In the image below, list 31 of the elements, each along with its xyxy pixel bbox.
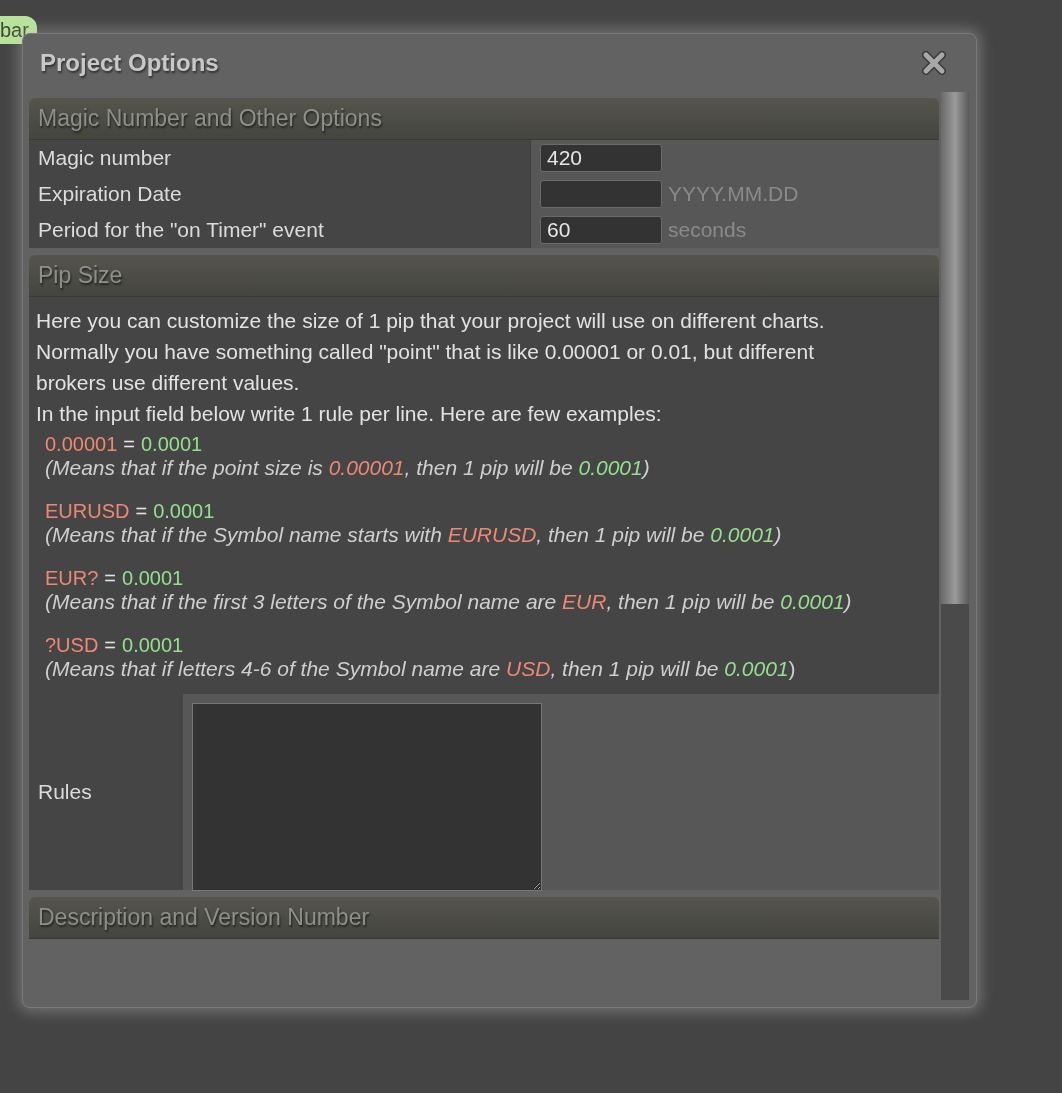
equals-sign: = <box>104 567 117 590</box>
scrollbar-track[interactable] <box>941 92 969 1000</box>
rule-pip-value: 0.0001 <box>122 634 184 657</box>
rule-pattern: 0.00001 <box>45 433 118 456</box>
field-label: Magic number <box>38 145 172 172</box>
example-explanation: (Means that if the point size is 0.00001, then 1 pip will be 0.0001) <box>45 456 651 479</box>
rule-pip-value: 0.0001 <box>122 567 184 590</box>
rule-pip-value: 0.0001 <box>141 433 203 456</box>
scrollbar-thumb[interactable] <box>941 92 969 604</box>
close-icon <box>921 50 947 76</box>
close-button[interactable] <box>919 48 949 78</box>
input-field[interactable]: 420 <box>540 144 662 172</box>
rule-pip-value: 0.0001 <box>153 500 215 523</box>
example-explanation: (Means that if letters 4-6 of the Symbol name are USD, then 1 pip will be 0.0001) <box>45 657 797 680</box>
equals-sign: = <box>104 634 117 657</box>
example-explanation: (Means that if the first 3 letters of the Symbol name are EUR, then 1 pip will be 0.0001) <box>45 590 853 613</box>
example-explanation: (Means that if the Symbol name starts with EURUSD, then 1 pip will be 0.0001) <box>45 523 783 546</box>
input-field[interactable] <box>540 180 662 208</box>
equals-sign: = <box>123 433 135 456</box>
description-text: In the input field below write 1 rule per line. Here are few examples: <box>36 401 663 427</box>
input-field[interactable]: 60 <box>540 216 662 244</box>
field-label: Rules <box>38 779 92 806</box>
field-label: Expiration Date <box>38 181 182 208</box>
field-label: Period for the "on Timer" event <box>38 217 324 244</box>
description-text: Here you can customize the size of 1 pip that your project will use on different charts. <box>36 308 826 334</box>
equals-sign: = <box>135 500 148 523</box>
rule-pattern: EURUSD <box>45 500 130 523</box>
window-title: Project Options <box>40 48 219 78</box>
rule-pattern: ?USD <box>45 634 99 657</box>
description-text: Normally you have something called "point" that is like 0.00001 or 0.01, but different brokers use different values. <box>36 339 815 396</box>
rule-pattern: EUR? <box>45 567 99 590</box>
